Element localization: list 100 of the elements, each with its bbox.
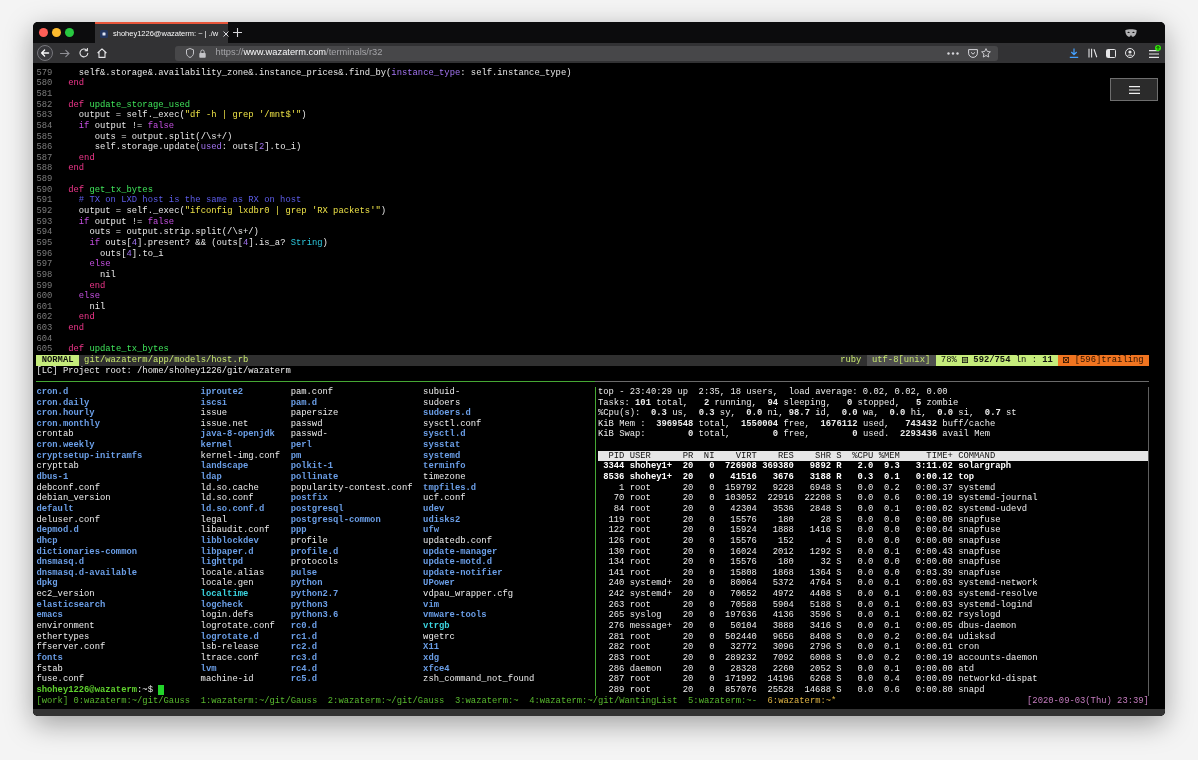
table-cell: S: [836, 482, 842, 494]
directory-name: pm: [290, 450, 302, 461]
close-icon[interactable]: [223, 30, 230, 37]
arrow-right-icon[interactable]: [60, 48, 70, 58]
table-cell: 25528: [767, 684, 794, 696]
code-line: if outs[4].present? && (outs[4].is_a? String): [89, 237, 328, 249]
table-cell: 0.3: [857, 472, 874, 483]
table-cell: 0.0: [857, 621, 874, 632]
table-cell: 0.1: [883, 578, 900, 590]
directory-name: dpkg: [36, 578, 58, 589]
table-cell: 22208: [804, 493, 831, 504]
file-name: libaudit.conf: [200, 525, 270, 536]
table-cell: systemd+: [629, 589, 673, 600]
directory-name: iscsi: [200, 397, 228, 408]
table-cell: 3188: [809, 472, 831, 483]
table-cell: S: [836, 684, 842, 696]
directory-name: rc2.d: [290, 642, 318, 653]
directory-name: emacs: [36, 610, 63, 621]
table-cell: 15576: [730, 535, 757, 547]
line-number: 605: [36, 344, 53, 355]
directory-name: dhcp: [36, 535, 58, 547]
table-cell: 0: [709, 567, 715, 579]
file-name: ld.so.cache: [200, 482, 259, 493]
directory-name: tmpfiles.d: [423, 482, 477, 493]
menu-button[interactable]: [1110, 78, 1158, 101]
file-name: sudoers: [423, 397, 461, 408]
table-cell: 0:00.19: [915, 652, 953, 664]
table-cell: 0:00.43: [915, 546, 953, 558]
line-number: 583: [36, 110, 53, 121]
table-cell: 0:03.39: [915, 567, 953, 579]
table-cell: 20: [682, 631, 694, 643]
table-cell: 197636: [725, 610, 757, 621]
table-cell: daemon: [629, 663, 662, 675]
code-line: nil: [89, 301, 106, 312]
table-cell: udisksd: [958, 631, 996, 643]
books-icon[interactable]: [1088, 48, 1098, 58]
table-cell: 2012: [772, 546, 794, 558]
table-cell: 4764: [809, 578, 831, 590]
file-name: lsb-release: [200, 642, 259, 653]
table-cell: 0.2: [883, 631, 900, 643]
shield-icon[interactable]: [186, 48, 194, 58]
directory-name: rc0.d: [290, 621, 318, 632]
panel-icon[interactable]: [1105, 48, 1116, 58]
table-cell: 20: [682, 642, 694, 653]
table-cell: 0: [709, 674, 715, 685]
table-cell: 15924: [730, 525, 757, 536]
line-number: 599: [36, 280, 53, 291]
table-cell: 0.0: [857, 546, 874, 558]
file-name: issue.net: [200, 418, 249, 429]
menu-icon[interactable]: [1148, 50, 1159, 58]
dots-icon[interactable]: [947, 51, 959, 55]
directory-name: ldap: [200, 472, 222, 483]
table-cell: 22916: [767, 493, 794, 504]
summary-line: KiB Swap: 0 total, 0 free, 0 used. 2293436 avail Mem: [597, 429, 991, 441]
table-cell: 0.4: [883, 674, 900, 685]
line-number: 598: [36, 269, 53, 280]
window-close-button[interactable]: [38, 28, 48, 37]
address-bar[interactable]: https://www.wazaterm.com/terminals/r32: [175, 45, 998, 61]
code-line: else: [89, 259, 111, 270]
tmux-window: 5:wazaterm:~-: [688, 695, 757, 707]
download-arrow-icon[interactable]: [1068, 48, 1079, 58]
table-cell: 0.2: [883, 652, 900, 664]
table-cell: root: [629, 684, 651, 696]
table-cell: 20: [682, 461, 694, 473]
table-cell: 4: [825, 535, 831, 547]
user-circle-icon[interactable]: [1125, 48, 1135, 58]
code-line: end: [68, 163, 85, 175]
window-zoom-button[interactable]: [64, 28, 74, 37]
chevron-badge-icon[interactable]: [967, 48, 978, 58]
table-cell-text: atd: [958, 663, 975, 674]
file-name: protocols: [290, 557, 339, 568]
lock-icon[interactable]: [198, 48, 206, 58]
directory-name: postgresql-common: [290, 514, 381, 526]
table-cell: 5188: [809, 599, 831, 611]
arrow-left-icon[interactable]: [37, 45, 53, 61]
window-minimize-button[interactable]: [51, 28, 61, 37]
table-cell: 32: [820, 557, 831, 568]
house-icon[interactable]: [97, 48, 107, 58]
table-cell: 0:00.05: [915, 621, 953, 632]
directory-name: logcheck: [200, 599, 243, 610]
table-cell-text: shohey1+: [629, 461, 673, 472]
table-cell: 0.1: [883, 610, 900, 621]
star-icon[interactable]: [981, 48, 991, 58]
table-cell: 0: [709, 621, 715, 632]
table-cell: S: [836, 599, 842, 611]
plus-icon[interactable]: [232, 28, 242, 37]
directory-name: UPower: [423, 578, 455, 589]
mask-icon[interactable]: [1125, 28, 1137, 37]
reload-icon[interactable]: [79, 48, 89, 58]
line-number: 586: [36, 142, 53, 153]
square-icon: [1063, 357, 1070, 364]
table-cell: 0.6: [883, 684, 900, 696]
table-cell: root: [629, 525, 651, 536]
table-cell: 0: [709, 684, 715, 696]
code-line: end: [89, 280, 106, 291]
directory-name: default: [36, 503, 74, 515]
table-cell: 289232: [725, 652, 757, 664]
link-name: localtime: [200, 589, 249, 600]
tmux-window: 6:wazaterm:~*: [767, 695, 837, 707]
table-cell: 281: [608, 631, 625, 643]
